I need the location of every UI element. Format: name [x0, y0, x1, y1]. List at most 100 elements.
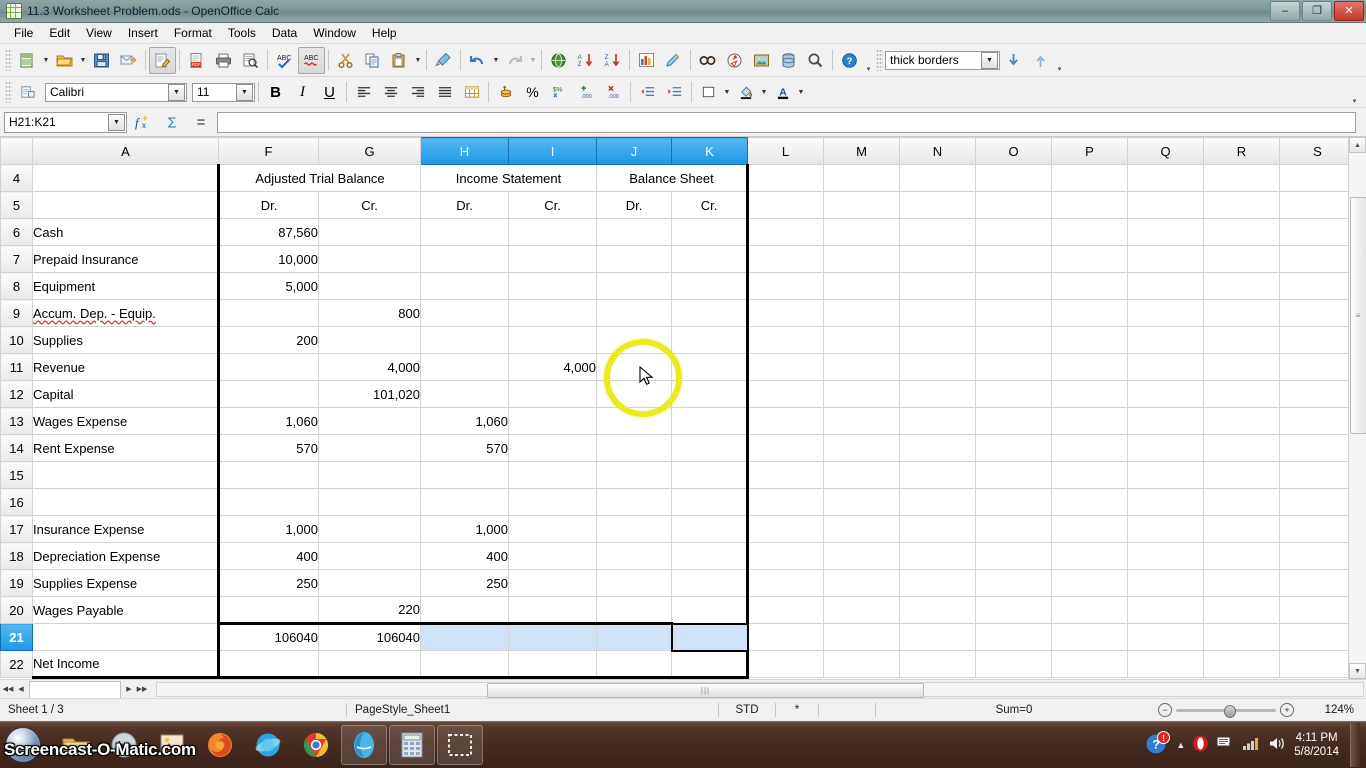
cell-p11[interactable]	[1051, 353, 1128, 381]
cell-j21[interactable]	[596, 622, 672, 651]
row-header-15[interactable]: 15	[0, 461, 33, 489]
cell-s10[interactable]	[1279, 326, 1356, 354]
cell-m5[interactable]	[823, 191, 900, 219]
column-header-r[interactable]: R	[1203, 137, 1280, 165]
cell-r14[interactable]	[1203, 434, 1280, 462]
find-replace-icon[interactable]	[694, 47, 721, 74]
cell-j9[interactable]	[596, 299, 672, 327]
currency-format-icon[interactable]	[492, 79, 519, 106]
cell-l17[interactable]	[747, 515, 824, 543]
font-color-icon[interactable]: A	[769, 79, 796, 106]
cell-r4[interactable]	[1203, 164, 1280, 192]
email-document-icon[interactable]	[115, 47, 142, 74]
cell-o22[interactable]	[975, 650, 1052, 678]
cell-m6[interactable]	[823, 218, 900, 246]
cell-h17[interactable]: 1,000	[420, 515, 509, 543]
menu-help[interactable]: Help	[364, 24, 405, 42]
font-name-combo[interactable]: Calibri ▼	[45, 82, 187, 102]
cell-m16[interactable]	[823, 488, 900, 516]
column-header-i[interactable]: I	[508, 137, 597, 165]
cell-k12[interactable]	[671, 380, 749, 408]
cell-n11[interactable]	[899, 353, 976, 381]
cell-j15[interactable]	[596, 461, 672, 489]
cell-s14[interactable]	[1279, 434, 1356, 462]
cell-l18[interactable]	[747, 542, 824, 570]
cell-k6[interactable]	[671, 218, 749, 246]
cell-q4[interactable]	[1127, 164, 1204, 192]
cell-h20[interactable]	[420, 596, 509, 624]
cell-p14[interactable]	[1051, 434, 1128, 462]
cell-l20[interactable]	[747, 596, 824, 624]
background-color-dropdown-icon[interactable]: ▼	[759, 80, 769, 105]
cell-q16[interactable]	[1127, 488, 1204, 516]
cell-q13[interactable]	[1127, 407, 1204, 435]
cell-h12[interactable]	[420, 380, 509, 408]
cell-r21[interactable]	[1203, 623, 1280, 651]
cell-i9[interactable]	[508, 299, 597, 327]
cell-q7[interactable]	[1127, 245, 1204, 273]
cell-n9[interactable]	[899, 299, 976, 327]
show-hidden-icons-icon[interactable]: ▲	[1176, 740, 1185, 750]
cell-h21[interactable]	[420, 622, 509, 651]
cell-s9[interactable]	[1279, 299, 1356, 327]
cell-g9[interactable]: 800	[318, 299, 421, 327]
cell-g6[interactable]	[318, 218, 421, 246]
cell-r9[interactable]	[1203, 299, 1280, 327]
cell-o5[interactable]	[975, 191, 1052, 219]
column-header-h[interactable]: H	[420, 137, 509, 165]
chevron-down-icon[interactable]: ▼	[108, 113, 125, 131]
cell-q14[interactable]	[1127, 434, 1204, 462]
cell-f11[interactable]	[218, 353, 319, 381]
cell-k21[interactable]	[670, 622, 749, 652]
styles-icon[interactable]	[14, 79, 41, 106]
zoom-out-icon[interactable]: −	[1158, 703, 1172, 717]
toolbar-grip[interactable]	[5, 81, 12, 103]
cell-p16[interactable]	[1051, 488, 1128, 516]
cell-s6[interactable]	[1279, 218, 1356, 246]
cell-i19[interactable]	[508, 569, 597, 597]
cell-m17[interactable]	[823, 515, 900, 543]
cell-a9[interactable]: Accum. Dep. - Equip.	[32, 299, 220, 327]
horizontal-scrollbar[interactable]: |||	[156, 681, 1364, 698]
cell-p15[interactable]	[1051, 461, 1128, 489]
cell-g13[interactable]	[318, 407, 421, 435]
column-header-q[interactable]: Q	[1127, 137, 1204, 165]
cell-m20[interactable]	[823, 596, 900, 624]
new-document-icon[interactable]	[14, 47, 41, 74]
cell-o10[interactable]	[975, 326, 1052, 354]
cell-h10[interactable]	[420, 326, 509, 354]
cell-a14[interactable]: Rent Expense	[32, 434, 220, 462]
prev-sheet-icon[interactable]: ◀	[15, 682, 27, 696]
cell-k7[interactable]	[671, 245, 749, 273]
cell-q17[interactable]	[1127, 515, 1204, 543]
maximize-button[interactable]: ❐	[1302, 1, 1332, 21]
cell-h8[interactable]	[420, 272, 509, 300]
menu-window[interactable]: Window	[305, 24, 364, 42]
cell-q22[interactable]	[1127, 650, 1204, 678]
cell-n7[interactable]	[899, 245, 976, 273]
cell-p22[interactable]	[1051, 650, 1128, 678]
cell-h19[interactable]: 250	[420, 569, 509, 597]
cell-j6[interactable]	[596, 218, 672, 246]
cell-f17[interactable]: 1,000	[218, 515, 319, 543]
add-decimal-icon[interactable]: .000	[573, 79, 600, 106]
cell-h13[interactable]: 1,060	[420, 407, 509, 435]
cell-f12[interactable]	[218, 380, 319, 408]
network-icon[interactable]	[1242, 735, 1261, 755]
opera-tray-icon[interactable]	[1192, 735, 1209, 755]
cell-i20[interactable]	[508, 596, 597, 624]
sort-descending-icon[interactable]: ZA	[599, 47, 626, 74]
cell-r7[interactable]	[1203, 245, 1280, 273]
cell-s12[interactable]	[1279, 380, 1356, 408]
cell-f15[interactable]	[218, 461, 319, 489]
cell-f16[interactable]	[218, 488, 319, 516]
cell-p6[interactable]	[1051, 218, 1128, 246]
font-size-combo[interactable]: 11 ▼	[192, 82, 255, 102]
cell-q11[interactable]	[1127, 353, 1204, 381]
draw-functions-icon[interactable]	[660, 47, 687, 74]
cell-m22[interactable]	[823, 650, 900, 678]
cell-j20[interactable]	[596, 596, 672, 624]
cell-k15[interactable]	[671, 461, 749, 489]
cell-j7[interactable]	[596, 245, 672, 273]
cell-s4[interactable]	[1279, 164, 1356, 192]
